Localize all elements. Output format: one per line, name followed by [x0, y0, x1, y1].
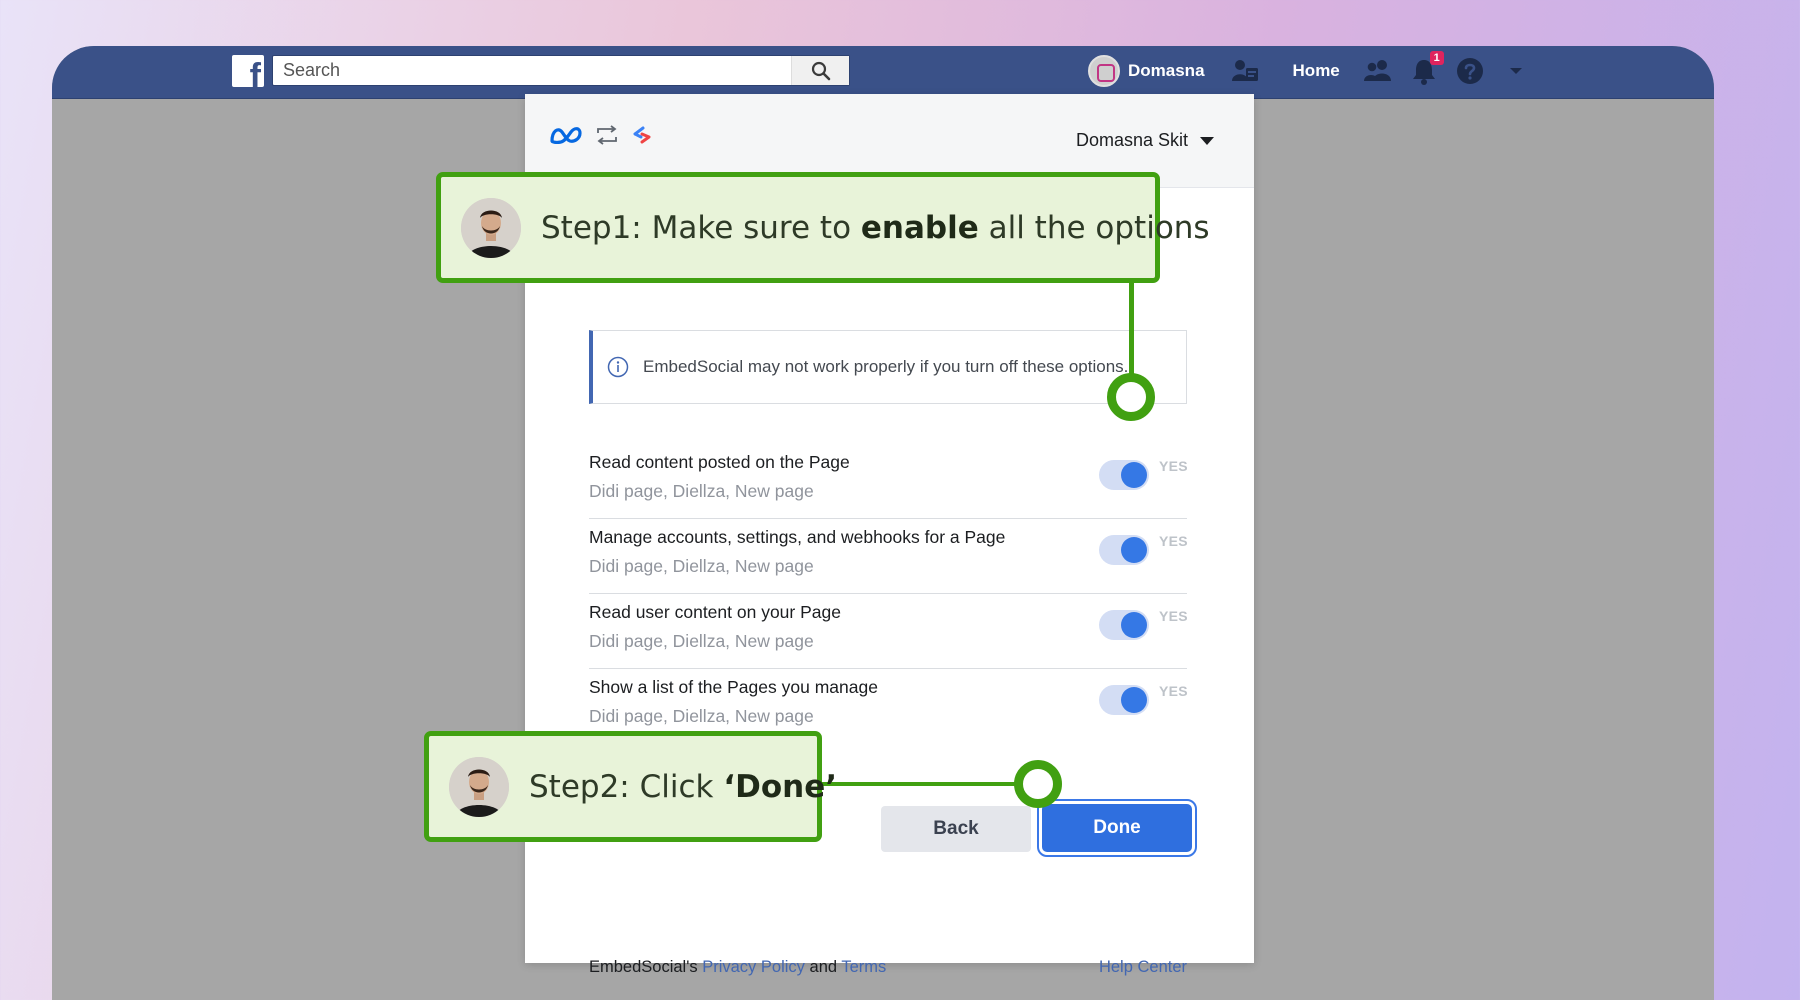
permission-toggle[interactable]	[1099, 685, 1149, 715]
info-notice: EmbedSocial may not work properly if you…	[589, 330, 1187, 404]
permission-row: Read content posted on the Page Didi pag…	[589, 444, 1188, 519]
account-menu-chevron-down-icon[interactable]	[1500, 55, 1532, 87]
facebook-topbar: f Domasna Ho	[52, 46, 1714, 99]
permission-toggle[interactable]	[1099, 610, 1149, 640]
caret-down-icon	[1200, 136, 1214, 145]
toggle-state-label: YES	[1159, 458, 1188, 474]
profile-name-link[interactable]: Domasna	[1128, 61, 1205, 81]
notifications-bell-icon[interactable]: 1	[1408, 51, 1444, 87]
step2-connector-line	[820, 782, 1040, 786]
footer-prefix: EmbedSocial's	[589, 958, 698, 976]
toggle-knob	[1121, 612, 1147, 638]
step2-text-prefix: Step2: Click	[529, 768, 724, 805]
meta-logo-icon	[550, 127, 582, 145]
step2-callout: Step2: Click ‘Done’	[424, 731, 837, 842]
guide-avatar	[449, 756, 509, 817]
step2-marker-dot	[1014, 760, 1062, 808]
toggle-state-label: YES	[1159, 683, 1188, 699]
toggle-state-label: YES	[1159, 608, 1188, 624]
footer-and: and	[809, 958, 838, 976]
permission-title: Read content posted on the Page	[589, 452, 850, 472]
header-logos	[549, 124, 653, 146]
toggle-knob	[1121, 462, 1147, 488]
step1-text: Step1: Make sure to enable all the optio…	[541, 210, 1210, 246]
permission-toggle[interactable]	[1099, 535, 1149, 565]
step1-text-prefix: Step1: Make sure to	[541, 209, 861, 246]
permission-pages: Didi page, Diellza, New page	[589, 631, 814, 651]
permission-row: Read user content on your Page Didi page…	[589, 594, 1188, 669]
search-input[interactable]	[273, 56, 793, 85]
notification-badge: 1	[1429, 51, 1444, 65]
permission-row: Manage accounts, settings, and webhooks …	[589, 519, 1188, 594]
toggle-state-label: YES	[1159, 533, 1188, 549]
permission-pages: Didi page, Diellza, New page	[589, 556, 814, 576]
permission-pages: Didi page, Diellza, New page	[589, 706, 814, 726]
search-button[interactable]	[791, 56, 849, 85]
terms-link[interactable]: Terms	[841, 958, 886, 976]
step2-text-bold: ‘Done’	[723, 768, 838, 805]
home-link[interactable]: Home	[1293, 61, 1340, 81]
step1-connector-line	[1129, 280, 1134, 380]
step1-text-bold: enable	[860, 209, 979, 246]
info-icon	[607, 356, 629, 378]
done-button[interactable]: Done	[1037, 799, 1197, 857]
facebook-logo-icon[interactable]: f	[232, 55, 264, 87]
privacy-policy-link[interactable]: Privacy Policy	[702, 958, 805, 976]
back-button[interactable]: Back	[881, 806, 1031, 852]
topbar-nav: Domasna Home 1	[1088, 51, 1546, 88]
pages-feed-icon[interactable]	[1229, 55, 1261, 87]
permission-toggle[interactable]	[1099, 460, 1149, 490]
facebook-logo-letter: f	[249, 57, 261, 87]
step1-marker-dot	[1107, 373, 1155, 421]
toggle-knob	[1121, 687, 1147, 713]
permission-title: Manage accounts, settings, and webhooks …	[589, 527, 1006, 547]
dialog-footer: EmbedSocial's Privacy Policy and Terms H…	[589, 958, 1187, 977]
search-icon	[811, 61, 830, 80]
help-center-link[interactable]: Help Center	[1099, 958, 1187, 977]
friends-icon[interactable]	[1362, 55, 1394, 87]
permission-pages: Didi page, Diellza, New page	[589, 481, 814, 501]
help-icon[interactable]	[1454, 55, 1486, 87]
toggle-knob	[1121, 537, 1147, 563]
account-name: Domasna Skit	[1075, 130, 1188, 150]
info-text: EmbedSocial may not work properly if you…	[643, 357, 1129, 376]
profile-avatar[interactable]	[1088, 55, 1120, 87]
sync-arrows-icon	[597, 125, 617, 145]
permission-list: Read content posted on the Page Didi pag…	[589, 444, 1188, 744]
permission-title: Read user content on your Page	[589, 602, 841, 622]
account-selector[interactable]: Domasna Skit	[1076, 130, 1214, 151]
permission-title: Show a list of the Pages you manage	[589, 677, 878, 697]
step2-text: Step2: Click ‘Done’	[529, 769, 837, 805]
guide-avatar	[461, 197, 521, 258]
search-bar	[272, 55, 850, 86]
embedsocial-logo-icon	[633, 126, 651, 144]
step1-text-suffix: all the options	[978, 209, 1210, 246]
step1-callout: Step1: Make sure to enable all the optio…	[436, 172, 1210, 283]
